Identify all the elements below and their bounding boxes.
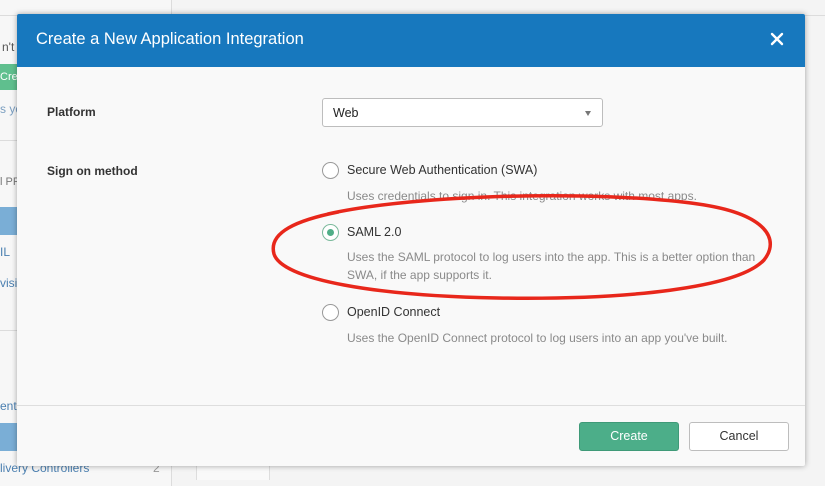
dialog-header: Create a New Application Integration: [17, 14, 805, 67]
close-icon: [770, 32, 784, 46]
background-selected-item: [0, 207, 18, 235]
option-title: OpenID Connect: [347, 305, 441, 319]
radio-openid[interactable]: [322, 304, 339, 321]
chevron-down-icon: [585, 111, 591, 116]
create-app-integration-dialog: Create a New Application Integration Pla…: [17, 14, 805, 466]
radio-saml[interactable]: [322, 224, 339, 241]
create-button[interactable]: Create: [579, 422, 679, 451]
close-button[interactable]: [769, 31, 785, 47]
option-description: Uses credentials to sign in. This integr…: [347, 189, 697, 203]
option-title: SAML 2.0: [347, 225, 402, 239]
platform-select[interactable]: Web: [322, 98, 603, 127]
background-text: n't: [2, 40, 15, 54]
background-text: IL: [0, 245, 11, 259]
footer-divider: [17, 405, 805, 406]
sign-on-method-label: Sign on method: [47, 164, 138, 178]
platform-label: Platform: [47, 105, 96, 119]
option-description: Uses the SAML protocol to log users into…: [347, 250, 756, 282]
background-text: visi: [0, 276, 18, 290]
option-title: Secure Web Authentication (SWA): [347, 163, 538, 177]
background-selected-item: [0, 423, 18, 451]
background-text: ent: [0, 399, 17, 413]
dialog-title: Create a New Application Integration: [36, 30, 304, 48]
cancel-button[interactable]: Cancel: [689, 422, 789, 451]
platform-select-value: Web: [333, 106, 359, 120]
option-description: Uses the OpenID Connect protocol to log …: [347, 331, 728, 345]
radio-swa[interactable]: [322, 162, 339, 179]
